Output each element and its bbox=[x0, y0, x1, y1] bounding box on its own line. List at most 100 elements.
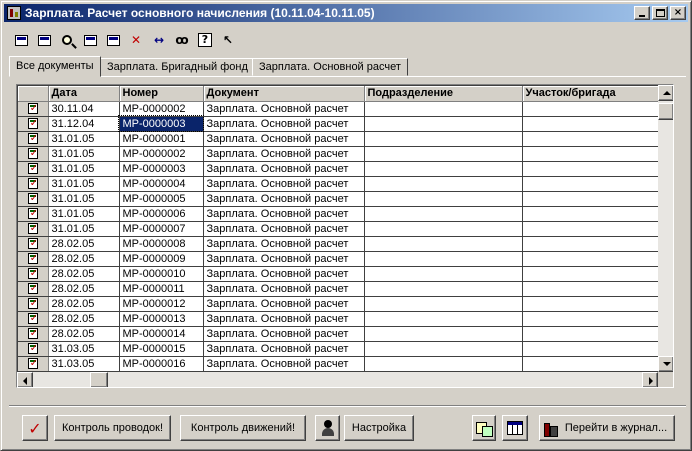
row-marker[interactable] bbox=[18, 281, 49, 297]
cell-site-brigade[interactable] bbox=[522, 311, 660, 327]
tab-brigade-fund[interactable]: Зарплата. Бригадный фонд bbox=[100, 58, 255, 76]
scroll-up-button[interactable] bbox=[658, 85, 673, 101]
check-entries-button[interactable]: Контроль проводок! bbox=[54, 415, 171, 441]
cell-date[interactable]: 31.01.05 bbox=[48, 131, 120, 147]
cell-date[interactable]: 31.03.05 bbox=[48, 356, 120, 372]
cell-number[interactable]: МР-0000003 bbox=[119, 161, 204, 177]
cell-site-brigade[interactable] bbox=[522, 266, 660, 282]
cell-document[interactable]: Зарплата. Основной расчет bbox=[203, 296, 365, 312]
horizontal-scrollbar[interactable] bbox=[17, 372, 658, 387]
cell-site-brigade[interactable] bbox=[522, 146, 660, 162]
cell-document[interactable]: Зарплата. Основной расчет bbox=[203, 266, 365, 282]
row-marker[interactable] bbox=[18, 101, 49, 117]
row-marker[interactable] bbox=[18, 326, 49, 342]
cell-department[interactable] bbox=[364, 176, 523, 192]
cell-document[interactable]: Зарплата. Основной расчет bbox=[203, 281, 365, 297]
cell-department[interactable] bbox=[364, 356, 523, 372]
cell-department[interactable] bbox=[364, 161, 523, 177]
cell-number[interactable]: МР-0000012 bbox=[119, 296, 204, 312]
cell-document[interactable]: Зарплата. Основной расчет bbox=[203, 236, 365, 252]
cell-site-brigade[interactable] bbox=[522, 356, 660, 372]
cell-document[interactable]: Зарплата. Основной расчет bbox=[203, 161, 365, 177]
cell-number[interactable]: МР-0000015 bbox=[119, 341, 204, 357]
cell-date[interactable]: 31.01.05 bbox=[48, 176, 120, 192]
cell-document[interactable]: Зарплата. Основной расчет bbox=[203, 101, 365, 117]
cell-department[interactable] bbox=[364, 296, 523, 312]
cell-site-brigade[interactable] bbox=[522, 161, 660, 177]
cell-document[interactable]: Зарплата. Основной расчет bbox=[203, 206, 365, 222]
settings-button[interactable]: Настройка bbox=[344, 415, 414, 441]
cell-document[interactable]: Зарплата. Основной расчет bbox=[203, 251, 365, 267]
cell-department[interactable] bbox=[364, 191, 523, 207]
table-row[interactable]: 31.12.04МР-0000003Зарплата. Основной рас… bbox=[18, 115, 660, 132]
cell-date[interactable]: 31.12.04 bbox=[48, 116, 120, 132]
cell-number[interactable]: МР-0000002 bbox=[119, 146, 204, 162]
cell-number[interactable]: МР-0000016 bbox=[119, 356, 204, 372]
row-marker[interactable] bbox=[18, 116, 49, 132]
cell-date[interactable]: 28.02.05 bbox=[48, 311, 120, 327]
cell-number[interactable]: МР-0000008 bbox=[119, 236, 204, 252]
cell-document[interactable]: Зарплата. Основной расчет bbox=[203, 146, 365, 162]
cell-department[interactable] bbox=[364, 101, 523, 117]
cell-date[interactable]: 31.01.05 bbox=[48, 146, 120, 162]
cell-date[interactable]: 31.03.05 bbox=[48, 341, 120, 357]
table-row[interactable]: 31.01.05МР-0000004Зарплата. Основной рас… bbox=[18, 176, 660, 192]
cell-department[interactable] bbox=[364, 311, 523, 327]
cell-department[interactable] bbox=[364, 236, 523, 252]
cell-number[interactable]: МР-0000011 bbox=[119, 281, 204, 297]
new-document-button[interactable] bbox=[11, 30, 31, 50]
cell-department[interactable] bbox=[364, 206, 523, 222]
copy-button[interactable] bbox=[80, 30, 100, 50]
binoculars-button[interactable]: ꝏ bbox=[172, 30, 192, 50]
row-marker[interactable] bbox=[18, 341, 49, 357]
table-row[interactable]: 28.02.05МР-0000013Зарплата. Основной рас… bbox=[18, 311, 660, 327]
cell-date[interactable]: 30.11.04 bbox=[48, 101, 120, 117]
table-row[interactable]: 28.02.05МР-0000010Зарплата. Основной рас… bbox=[18, 266, 660, 282]
cell-number[interactable]: МР-0000007 bbox=[119, 221, 204, 237]
horizontal-scroll-thumb[interactable] bbox=[90, 372, 108, 387]
table-row[interactable]: 31.01.05МР-0000005Зарплата. Основной рас… bbox=[18, 191, 660, 207]
cell-department[interactable] bbox=[364, 221, 523, 237]
cell-document[interactable]: Зарплата. Основной расчет bbox=[203, 221, 365, 237]
go-to-journal-button[interactable]: Перейти в журнал... bbox=[539, 415, 675, 441]
cell-document[interactable]: Зарплата. Основной расчет bbox=[203, 341, 365, 357]
cell-department[interactable] bbox=[364, 281, 523, 297]
cell-site-brigade[interactable] bbox=[522, 101, 660, 117]
cell-site-brigade[interactable] bbox=[522, 341, 660, 357]
row-marker[interactable] bbox=[18, 266, 49, 282]
help-button[interactable]: ? bbox=[195, 30, 215, 50]
cell-number[interactable]: МР-0000001 bbox=[119, 131, 204, 147]
cell-site-brigade[interactable] bbox=[522, 251, 660, 267]
close-button[interactable]: × bbox=[670, 6, 686, 20]
interval-button[interactable]: ↔ bbox=[149, 30, 169, 50]
cell-date[interactable]: 28.02.05 bbox=[48, 281, 120, 297]
cell-number[interactable]: МР-0000005 bbox=[119, 191, 204, 207]
table-row[interactable]: 28.02.05МР-0000014Зарплата. Основной рас… bbox=[18, 326, 660, 342]
delete-button[interactable]: ✕ bbox=[126, 30, 146, 50]
person-button[interactable] bbox=[315, 415, 340, 441]
find-button[interactable] bbox=[57, 30, 77, 50]
header-site-brigade[interactable]: Участок/бригада bbox=[522, 86, 660, 102]
row-marker[interactable] bbox=[18, 296, 49, 312]
scroll-down-button[interactable] bbox=[658, 356, 673, 372]
cell-number[interactable]: МР-0000002 bbox=[119, 101, 204, 117]
cell-department[interactable] bbox=[364, 326, 523, 342]
document-grid[interactable]: Дата Номер Документ Подразделение Участо… bbox=[16, 84, 674, 388]
table-row[interactable]: 31.03.05МР-0000015Зарплата. Основной рас… bbox=[18, 341, 660, 357]
cell-date[interactable]: 31.01.05 bbox=[48, 206, 120, 222]
scroll-left-button[interactable] bbox=[17, 372, 33, 387]
move-button[interactable] bbox=[103, 30, 123, 50]
cell-number[interactable]: МР-0000003 bbox=[118, 115, 204, 132]
table-row[interactable]: 28.02.05МР-0000009Зарплата. Основной рас… bbox=[18, 251, 660, 267]
cell-department[interactable] bbox=[364, 131, 523, 147]
cell-date[interactable]: 31.01.05 bbox=[48, 191, 120, 207]
cell-site-brigade[interactable] bbox=[522, 131, 660, 147]
cell-site-brigade[interactable] bbox=[522, 221, 660, 237]
row-marker[interactable] bbox=[18, 191, 49, 207]
tab-all-documents[interactable]: Все документы bbox=[9, 56, 101, 77]
table-row[interactable]: 28.02.05МР-0000008Зарплата. Основной рас… bbox=[18, 236, 660, 252]
scroll-right-button[interactable] bbox=[642, 372, 658, 387]
cell-site-brigade[interactable] bbox=[522, 281, 660, 297]
cell-date[interactable]: 31.01.05 bbox=[48, 161, 120, 177]
cell-date[interactable]: 28.02.05 bbox=[48, 266, 120, 282]
